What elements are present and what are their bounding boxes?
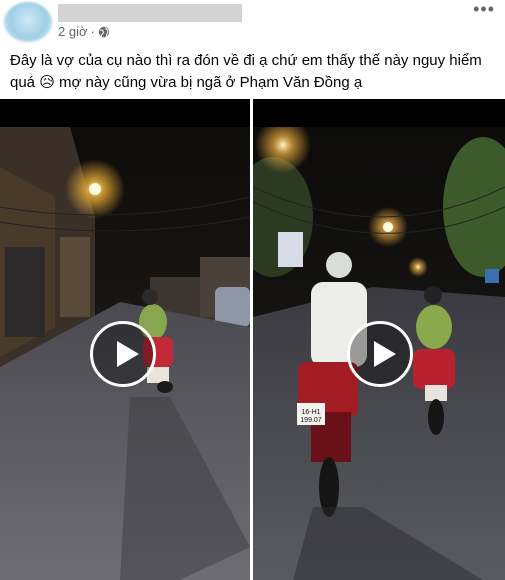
post-time[interactable]: 2 giờ	[58, 24, 88, 39]
video-left[interactable]	[0, 99, 250, 580]
video-right[interactable]: 16-H1 199.07	[253, 99, 505, 580]
license-plate-line2: 199.07	[300, 417, 322, 424]
video-top-bar	[253, 99, 505, 127]
post-caption: Đây là vợ của cụ nào thì ra đón về đi ạ …	[10, 50, 490, 94]
caption-line-1: Đây là vợ của cụ nào thì ra đón về đi ạ …	[10, 52, 482, 69]
caption-line-2: quá 😥 mợ này cũng vừa bị ngã ở Phạm Văn …	[10, 74, 363, 91]
post-header: 2 giờ · •••	[0, 0, 505, 44]
media-strip: 16-H1 199.07	[0, 99, 505, 580]
more-options-icon[interactable]: •••	[473, 0, 495, 18]
video-top-bar	[0, 99, 250, 127]
globe-icon[interactable]	[98, 26, 110, 38]
post-meta: 2 giờ ·	[58, 24, 110, 39]
play-button-right[interactable]	[347, 321, 413, 387]
meta-dot: ·	[90, 24, 95, 39]
play-button-left[interactable]	[90, 321, 156, 387]
avatar[interactable]	[4, 2, 52, 42]
author-name-redacted[interactable]	[58, 4, 242, 22]
license-plate-line1: 16-H1	[301, 409, 320, 416]
